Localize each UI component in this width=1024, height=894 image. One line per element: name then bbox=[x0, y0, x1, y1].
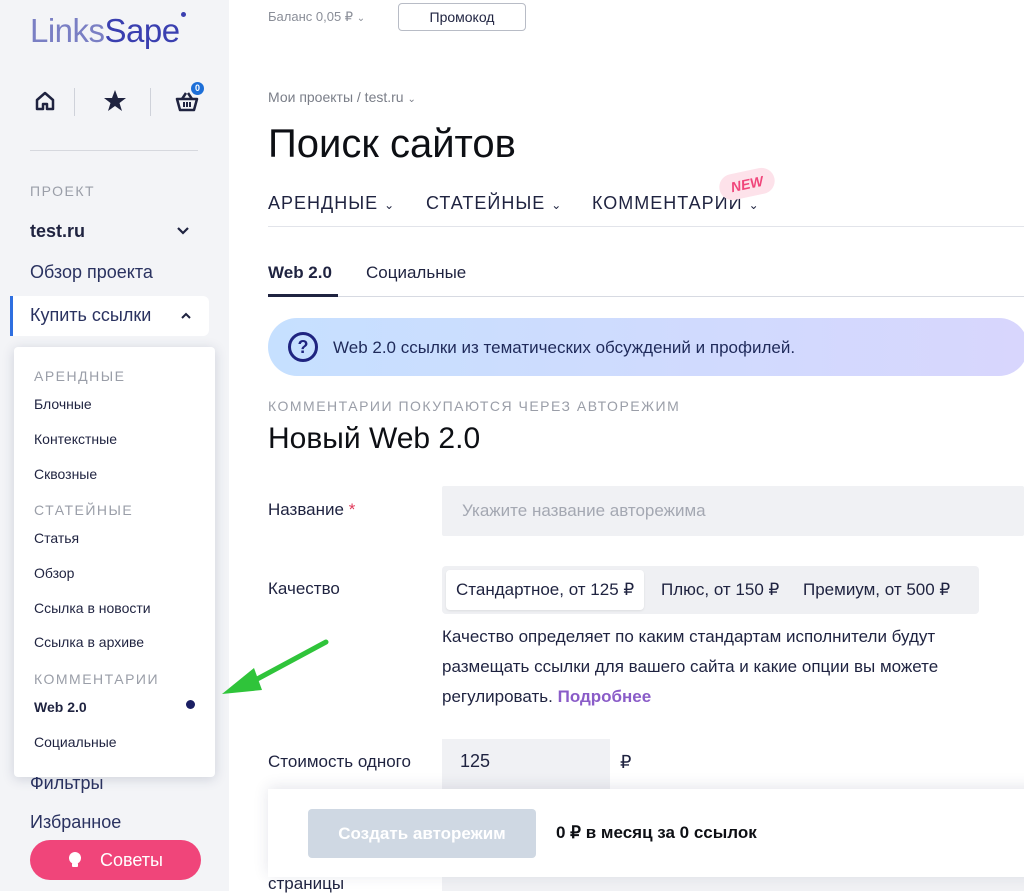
page-title: Поиск сайтов bbox=[268, 122, 516, 166]
dropdown-item[interactable]: Социальные bbox=[34, 734, 117, 750]
dropdown-heading: АРЕНДНЫЕ bbox=[34, 368, 126, 384]
quality-option-standard[interactable]: Стандартное, от 125 ₽ bbox=[446, 570, 645, 610]
breadcrumb[interactable]: Мои проекты / test.ru ⌄ bbox=[268, 89, 416, 105]
page-label: страницы bbox=[268, 874, 345, 893]
home-icon[interactable] bbox=[30, 86, 60, 116]
dropdown-item[interactable]: Ссылка в архиве bbox=[34, 634, 144, 650]
sidebar-item-label: Купить ссылки bbox=[30, 305, 152, 325]
cart-count-badge: 0 bbox=[191, 82, 204, 95]
info-banner: ? Web 2.0 ссылки из тематических обсужде… bbox=[268, 318, 1024, 376]
chevron-up-icon bbox=[179, 309, 193, 323]
dropdown-heading: КОММЕНТАРИИ bbox=[34, 671, 160, 687]
form-heading: Новый Web 2.0 bbox=[268, 422, 481, 455]
tips-button[interactable]: Советы bbox=[30, 840, 201, 880]
dropdown-heading: СТАТЕЙНЫЕ bbox=[34, 502, 134, 518]
quality-option-plus[interactable]: Плюс, от 150 ₽ bbox=[651, 570, 789, 610]
cost-label: Стоимость одного bbox=[268, 752, 411, 771]
logo[interactable]: LinksSape bbox=[30, 12, 186, 50]
new-badge: NEW bbox=[716, 165, 778, 203]
question-icon: ? bbox=[288, 332, 318, 362]
buy-links-dropdown: АРЕНДНЫЕ Блочные Контекстные Сквозные СТ… bbox=[14, 347, 215, 777]
balance-dropdown[interactable]: Баланс 0,05 ₽ ⌄ bbox=[268, 9, 365, 25]
dropdown-item-active[interactable]: Web 2.0 bbox=[34, 699, 87, 715]
dropdown-item[interactable]: Статья bbox=[34, 530, 79, 546]
create-automode-button[interactable]: Создать авторежим bbox=[308, 809, 536, 858]
quality-selector: Стандартное, от 125 ₽ Плюс, от 150 ₽ Пре… bbox=[442, 566, 979, 614]
cost-input[interactable]: 125 bbox=[442, 739, 610, 789]
chevron-down-icon[interactable] bbox=[176, 224, 190, 238]
tab-rent[interactable]: АРЕНДНЫЕ ⌄ bbox=[268, 193, 395, 214]
currency-label: ₽ bbox=[620, 752, 632, 772]
footer-summary: 0 ₽ в месяц за 0 ссылок bbox=[556, 823, 757, 842]
dropdown-item[interactable]: Сквозные bbox=[34, 466, 97, 482]
quality-description: Качество определяет по каким стандартам … bbox=[442, 627, 939, 706]
dropdown-item[interactable]: Блочные bbox=[34, 396, 92, 412]
sidebar-item-favorites[interactable]: Избранное bbox=[30, 812, 121, 833]
main-content: Баланс 0,05 ₽ ⌄ Промокод Мои проекты / t… bbox=[229, 0, 1024, 893]
footer-bar: Создать авторежим 0 ₽ в месяц за 0 ссыло… bbox=[268, 789, 1024, 877]
project-selector[interactable]: test.ru bbox=[30, 221, 85, 242]
tab-social[interactable]: Социальные bbox=[366, 263, 466, 283]
tab-articles[interactable]: СТАТЕЙНЫЕ ⌄ bbox=[426, 193, 562, 214]
dropdown-item[interactable]: Обзор bbox=[34, 565, 74, 581]
section-label: ПРОЕКТ bbox=[30, 183, 96, 199]
dropdown-item[interactable]: Ссылка в новости bbox=[34, 600, 151, 616]
name-label: Название * bbox=[268, 500, 356, 519]
promo-code-button[interactable]: Промокод bbox=[398, 3, 526, 31]
name-input[interactable] bbox=[442, 486, 1024, 536]
sidebar-item-buy-links[interactable]: Купить ссылки bbox=[10, 296, 209, 336]
dropdown-item[interactable]: Контекстные bbox=[34, 431, 117, 447]
star-icon[interactable] bbox=[100, 86, 130, 116]
quality-option-premium[interactable]: Премиум, от 500 ₽ bbox=[793, 570, 960, 610]
quality-label: Качество bbox=[268, 579, 340, 598]
more-link[interactable]: Подробнее bbox=[558, 687, 652, 706]
active-indicator-dot bbox=[186, 700, 195, 709]
form-overline: КОММЕНТАРИИ ПОКУПАЮТСЯ ЧЕРЕЗ АВТОРЕЖИМ bbox=[268, 398, 681, 414]
sidebar-item-overview[interactable]: Обзор проекта bbox=[30, 262, 153, 283]
quick-actions: 0 bbox=[30, 82, 205, 118]
lightbulb-icon bbox=[69, 852, 81, 867]
tab-web20[interactable]: Web 2.0 bbox=[268, 263, 332, 283]
cart-icon[interactable]: 0 bbox=[172, 82, 204, 116]
